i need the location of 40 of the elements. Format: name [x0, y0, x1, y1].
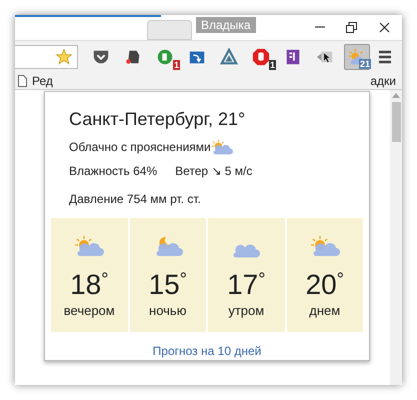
extension-button[interactable]: 21	[344, 44, 370, 70]
scroll-thumb[interactable]	[392, 102, 400, 142]
pressure-text: Давление 754 мм рт. ст.	[69, 191, 202, 208]
sun-cloud-icon	[74, 234, 104, 258]
badge: 1	[268, 60, 276, 70]
page-icon	[18, 75, 27, 87]
sun-cloud-icon	[310, 234, 340, 258]
restore-icon[interactable]	[346, 22, 357, 33]
sun-cloud-icon	[210, 138, 233, 156]
badge: 21	[358, 59, 371, 69]
temperature: 15	[148, 270, 180, 300]
forecast-link[interactable]: Прогноз на 10 дней	[152, 342, 262, 360]
period-label: ночью	[149, 302, 186, 320]
triangle-icon	[220, 48, 238, 66]
extension-button[interactable]: 1	[152, 44, 178, 70]
degree-sign: °	[101, 270, 108, 288]
temperature: 17	[227, 270, 258, 300]
temperature: 18	[70, 270, 102, 300]
city-title: Санкт-Петербург, 21°	[69, 108, 246, 130]
temperature: 20	[306, 270, 337, 300]
bookmark-link[interactable]: адки	[370, 72, 396, 90]
badge: 1	[172, 60, 180, 70]
extension-button[interactable]: 1	[248, 44, 274, 70]
cloud-icon	[232, 243, 260, 258]
bookmark-link[interactable]: Ред	[32, 72, 53, 90]
close-icon[interactable]	[379, 22, 390, 33]
humidity-text: Влажность 64%	[69, 163, 158, 180]
wind-text: Ветер ↘ 5 м/с	[175, 163, 252, 180]
star-icon[interactable]	[55, 48, 73, 66]
pocket-icon	[92, 48, 110, 66]
degree-sign: °	[336, 270, 344, 288]
scrollbar[interactable]	[390, 90, 402, 385]
menu-icon[interactable]	[378, 50, 392, 64]
period-label: утром	[228, 302, 264, 320]
notebook-icon	[284, 48, 302, 66]
period-label: вечером	[64, 302, 115, 320]
degree-sign: °	[180, 270, 187, 288]
degree-sign: °	[258, 270, 266, 288]
period-label: днем	[309, 302, 340, 320]
condition-text: Облачно с прояснениями	[69, 139, 211, 156]
